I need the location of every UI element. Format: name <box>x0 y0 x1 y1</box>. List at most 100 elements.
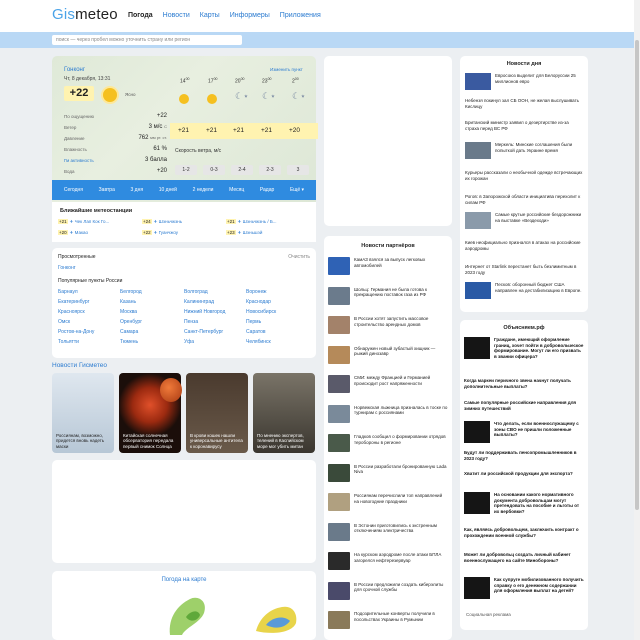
objasnyaem-item[interactable]: Как, являясь добровольцем, заключить кон… <box>464 527 584 538</box>
nav-apps[interactable]: Приложения <box>280 12 321 19</box>
city-name[interactable]: Гонконг <box>64 67 85 73</box>
news-thumbnail <box>328 552 350 570</box>
news-day-item[interactable]: Британский министр заявил о дезертирстве… <box>465 120 583 140</box>
partner-news-item[interactable]: Шольц: Германия не была готова к прекращ… <box>328 286 448 309</box>
partner-news-item[interactable]: В России разработали бронированную Lada … <box>328 463 448 486</box>
objasnyaem-item[interactable]: Когда маркеи перичного звена начнут полу… <box>464 378 584 389</box>
partner-news-item[interactable]: В Эстонии приготовились к экстренным отк… <box>328 522 448 545</box>
nav-informers[interactable]: Информеры <box>230 12 270 19</box>
nav-pogoda[interactable]: Погода <box>128 12 153 19</box>
news-day-item[interactable]: Меркель: Минские соглашения были попытко… <box>465 142 583 162</box>
tab-3days[interactable]: 3 дня <box>131 187 144 193</box>
objasnyaem-title[interactable]: Объясняем.рф <box>460 325 588 331</box>
detail-water: Вода +20 <box>64 168 167 174</box>
popular-city-link[interactable]: Уфа <box>184 339 194 345</box>
nearby-station[interactable]: +21 ✈ Чек Лап Кок Го... <box>58 219 109 225</box>
tab-2weeks[interactable]: 2 недели <box>193 187 214 193</box>
popular-city-link[interactable]: Нижний Новгород <box>184 309 225 315</box>
partner-news-item[interactable]: СМИ: между Францией и Германией происход… <box>328 375 448 397</box>
objasnyaem-item[interactable]: Самые популярные российские направления … <box>464 400 584 411</box>
popular-city-link[interactable]: Ростов-на-Дону <box>58 329 94 335</box>
partner-news-item[interactable]: КамАЗ взялся за выпуск легковых автомоби… <box>328 257 448 279</box>
item-headline: На основании какого нормативного докумен… <box>494 492 580 514</box>
tab-more[interactable]: Ещё ▾ <box>290 187 304 193</box>
gis-news-title[interactable]: Новости Гисметео <box>52 362 107 369</box>
news-thumbnail <box>328 404 350 423</box>
popular-city-link[interactable]: Санкт-Петербург <box>184 329 223 335</box>
popular-city-link[interactable]: Калининград <box>184 299 214 305</box>
nearby-station[interactable]: +21 ✈ Шэньчжэнь / Б... <box>226 219 277 225</box>
popular-city-link[interactable]: Омск <box>58 319 70 325</box>
news-headline: Гладков сообщил о формировании отрядов т… <box>354 434 446 445</box>
objasnyaem-item[interactable]: Хватит ли российской продукции для экспо… <box>464 471 584 477</box>
item-thumbnail <box>464 421 490 443</box>
partner-news-item[interactable]: Подозрительные конверты получили в посол… <box>328 611 448 633</box>
popular-city-link[interactable]: Новосибирск <box>246 309 276 315</box>
popular-city-link[interactable]: Барнаул <box>58 289 78 295</box>
detail-geomagnetic[interactable]: Гм активность 3 балла <box>64 157 167 163</box>
nearby-station[interactable]: +20 ✈ Макао <box>58 230 88 236</box>
wind-value: 0-3 <box>203 165 225 175</box>
popular-city-link[interactable]: Оренбург <box>120 319 142 325</box>
news-day-item[interactable]: Небензя покинул зал СБ ООН, не желая выс… <box>465 98 583 118</box>
nearby-station[interactable]: +23 ✈ Шэньшэй <box>226 230 262 236</box>
partner-news-item[interactable]: Норвежская лыжница призналась в тоске по… <box>328 404 448 427</box>
popular-city-link[interactable]: Челябинск <box>246 339 271 345</box>
map-title[interactable]: Погода на карте <box>52 577 316 583</box>
partner-news-item[interactable]: В России хотят запустить массовое строит… <box>328 316 448 338</box>
tab-month[interactable]: Месяц <box>229 187 244 193</box>
item-headline: Граждане, имеющий оформление границ, хоч… <box>494 337 584 359</box>
popular-city-link[interactable]: Воронеж <box>246 289 267 295</box>
objasnyaem-item[interactable]: Может ли добровольц создать личный кабин… <box>464 552 584 563</box>
popular-city-link[interactable]: Волгоград <box>184 289 208 295</box>
popular-city-link[interactable]: Тюмень <box>120 339 138 345</box>
page-scrollbar[interactable] <box>634 0 640 640</box>
nav-news[interactable]: Новости <box>163 12 190 19</box>
news-day-item[interactable]: Курьеры рассказали о необычной одежде вс… <box>465 170 583 190</box>
search-input[interactable]: поиск — через пробел можно уточнить стра… <box>52 35 242 45</box>
partner-news-item[interactable]: Обнаружен новый зубастый хищник — рыжий … <box>328 345 448 368</box>
map-block[interactable]: Погода на карте <box>52 571 316 640</box>
popular-city-link[interactable]: Тольятти <box>58 339 79 345</box>
popular-city-link[interactable]: Пенза <box>184 319 198 325</box>
nearby-station[interactable]: +24 ✈ Шэньчжэнь <box>142 219 182 225</box>
news-day-item[interactable]: Песков: оборонный бюджет США направлен н… <box>465 282 583 302</box>
popular-cities: Просмотренные Очистить Гонконг Популярны… <box>52 248 316 358</box>
nearby-station[interactable]: +22 ✈ Гуанчжоу <box>142 230 178 236</box>
popular-city-link[interactable]: Пермь <box>246 319 261 325</box>
news-card[interactable]: В крови кошек нашли универсальные антите… <box>186 373 248 453</box>
popular-city-link[interactable]: Краснодар <box>246 299 271 305</box>
popular-city-link[interactable]: Екатеринбург <box>58 299 89 305</box>
news-day-item[interactable]: Киев неофициально признался в атаках на … <box>465 240 583 260</box>
popular-city-link[interactable]: Казань <box>120 299 136 305</box>
news-thumbnail <box>465 212 491 229</box>
scrollbar-thumb[interactable] <box>635 40 639 510</box>
sun-icon <box>179 94 189 104</box>
tab-tomorrow[interactable]: Завтра <box>99 187 115 193</box>
popular-city-link[interactable]: Белгород <box>120 289 142 295</box>
change-city-link[interactable]: Изменить пункт <box>270 67 303 72</box>
partner-news-item[interactable]: Россиянам перечислили топ направлений на… <box>328 493 448 515</box>
clear-viewed-button[interactable]: Очистить <box>288 254 310 260</box>
popular-city-link[interactable]: Москва <box>120 309 137 315</box>
viewed-city[interactable]: Гонконг <box>58 265 76 271</box>
news-day-item[interactable]: Евросоюз выделит для Белоруссии 25 милли… <box>465 73 583 93</box>
news-card[interactable]: Россиянам, возможно, придется вновь наде… <box>52 373 114 453</box>
tab-today[interactable]: Сегодня <box>64 187 83 193</box>
news-card[interactable]: По мнению экспертов, телений в Каспийско… <box>253 373 315 453</box>
viewed-title: Просмотренные <box>58 254 96 260</box>
gismeteo-logo[interactable]: Gismeteo <box>52 6 118 23</box>
partner-news-item[interactable]: На курском аэродроме после атаки БПЛА за… <box>328 552 448 574</box>
nav-maps[interactable]: Карты <box>200 12 220 19</box>
tab-radar[interactable]: Радар <box>260 187 274 193</box>
objasnyaem-item[interactable]: Будут ли поддерживать пенсопромышленнико… <box>464 450 584 461</box>
partner-news-item[interactable]: Гладков сообщил о формировании отрядов т… <box>328 434 448 456</box>
popular-city-link[interactable]: Самара <box>120 329 138 335</box>
partner-news-item[interactable]: В России предложили создать киберэлиты д… <box>328 581 448 604</box>
news-day-item[interactable]: Рогов: в Запорожской области инициатива … <box>465 194 583 214</box>
popular-city-link[interactable]: Саратов <box>246 329 266 335</box>
news-day-item[interactable]: Самые крутые российские бездорожники на … <box>465 212 583 232</box>
tab-10days[interactable]: 10 дней <box>159 187 177 193</box>
popular-city-link[interactable]: Красноярск <box>58 309 85 315</box>
news-day-item[interactable]: Интернет от Starlink перестанет быть без… <box>465 264 583 284</box>
